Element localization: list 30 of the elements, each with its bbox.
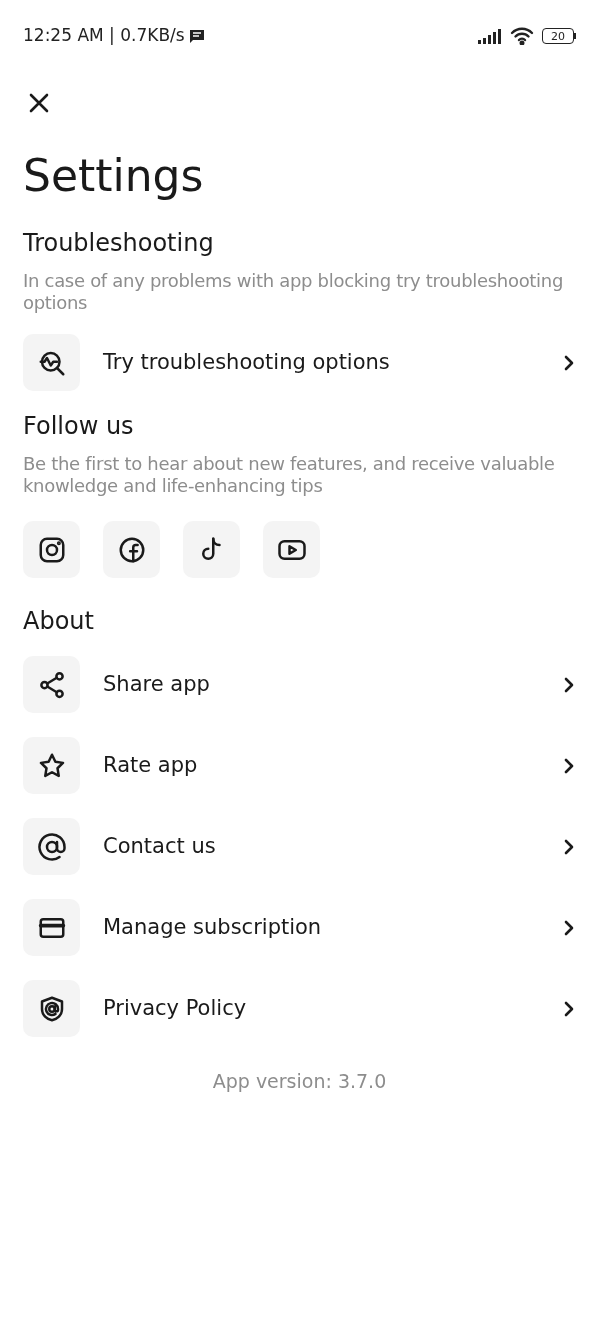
signal-icon bbox=[478, 28, 502, 44]
social-button[interactable] bbox=[23, 521, 80, 578]
chevron-right-icon bbox=[562, 999, 576, 1018]
page-title: Settings bbox=[23, 154, 205, 198]
section-description: In case of any problems with app blocking try troubleshooting options bbox=[23, 270, 565, 314]
social-button[interactable] bbox=[263, 521, 320, 578]
app-version: App version: 3.7.0 bbox=[211, 1069, 388, 1094]
social-button[interactable] bbox=[183, 521, 240, 578]
chevron-right-icon bbox=[562, 756, 576, 775]
social-button[interactable] bbox=[103, 521, 160, 578]
at-sign-icon bbox=[36, 831, 67, 862]
battery-level: 20 bbox=[551, 30, 565, 42]
settings-row[interactable]: Try troubleshooting options bbox=[23, 334, 576, 391]
wifi-icon bbox=[510, 27, 534, 45]
settings-row[interactable]: Rate app bbox=[23, 737, 576, 794]
section-heading: About bbox=[23, 606, 95, 636]
section-heading: Troubleshooting bbox=[23, 228, 215, 258]
close-icon bbox=[28, 92, 50, 114]
chevron-right-icon bbox=[562, 353, 576, 372]
section-description: Be the first to hear about new features, and receive valuable knowledge and life-enhancing tips bbox=[23, 453, 556, 497]
message-icon bbox=[188, 28, 205, 44]
status-time: 12:25 AM | 0.7KB/s bbox=[23, 24, 185, 48]
chevron-right-icon bbox=[562, 675, 576, 694]
chevron-right-icon bbox=[562, 837, 576, 856]
section-heading: Follow us bbox=[23, 411, 135, 441]
chevron-right-icon bbox=[562, 918, 576, 937]
settings-row[interactable]: Privacy Policy bbox=[23, 980, 576, 1037]
settings-row[interactable]: Contact us bbox=[23, 818, 576, 875]
settings-row[interactable]: Manage subscription bbox=[23, 899, 576, 956]
settings-row[interactable]: Share app bbox=[23, 656, 576, 713]
